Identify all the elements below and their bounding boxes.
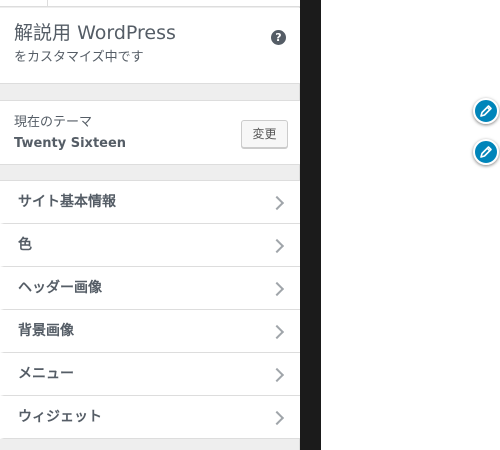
section-menus[interactable]: メニュー [0, 353, 300, 396]
customizing-subtitle: をカスタマイズ中です [14, 50, 144, 65]
chevron-right-icon [269, 195, 285, 211]
chevron-right-icon [269, 367, 285, 383]
active-theme-name: Twenty Sixteen [14, 136, 127, 151]
pencil-icon [480, 146, 492, 158]
section-label: 背景画像 [18, 323, 74, 339]
customizer-sections: サイト基本情報 色 ヘッダー画像 背景画像 メニュー ウィジェット [0, 180, 300, 439]
site-preview [321, 0, 500, 450]
section-colors[interactable]: 色 [0, 224, 300, 267]
customizer-screen: 解説用 WordPress をカスタマイズ中です ? 現在のテーマ Twenty… [0, 0, 500, 450]
site-title-prefix: 解説用 [14, 22, 72, 44]
site-title-brand: WordPress [77, 22, 176, 44]
question-circle-icon[interactable]: ? [271, 30, 286, 45]
edit-shortcut-tagline[interactable] [473, 139, 499, 165]
header-divider [47, 0, 48, 7]
section-label: メニュー [18, 366, 74, 382]
change-theme-button[interactable]: 変更 [241, 120, 288, 148]
sidebar-header-bar [0, 0, 300, 7]
customizer-sidebar: 解説用 WordPress をカスタマイズ中です ? 現在のテーマ Twenty… [0, 0, 300, 450]
section-widgets[interactable]: ウィジェット [0, 396, 300, 439]
chevron-right-icon [269, 238, 285, 254]
section-label: 色 [18, 237, 32, 253]
section-label: ヘッダー画像 [18, 280, 102, 296]
chevron-right-icon [269, 281, 285, 297]
section-background-image[interactable]: 背景画像 [0, 310, 300, 353]
chevron-right-icon [269, 324, 285, 340]
preview-border [300, 0, 321, 450]
section-label: ウィジェット [18, 409, 102, 425]
section-site-identity[interactable]: サイト基本情報 [0, 181, 300, 224]
pencil-icon [480, 105, 492, 117]
section-header-image[interactable]: ヘッダー画像 [0, 267, 300, 310]
active-theme-panel: 現在のテーマ Twenty Sixteen 変更 [0, 100, 300, 165]
edit-shortcut-site-title[interactable] [473, 98, 499, 124]
section-label: サイト基本情報 [18, 194, 116, 210]
customize-info-panel: 解説用 WordPress をカスタマイズ中です ? [0, 8, 300, 84]
site-title: 解説用 WordPress [14, 20, 176, 46]
active-theme-label: 現在のテーマ [14, 115, 93, 130]
chevron-right-icon [269, 410, 285, 426]
